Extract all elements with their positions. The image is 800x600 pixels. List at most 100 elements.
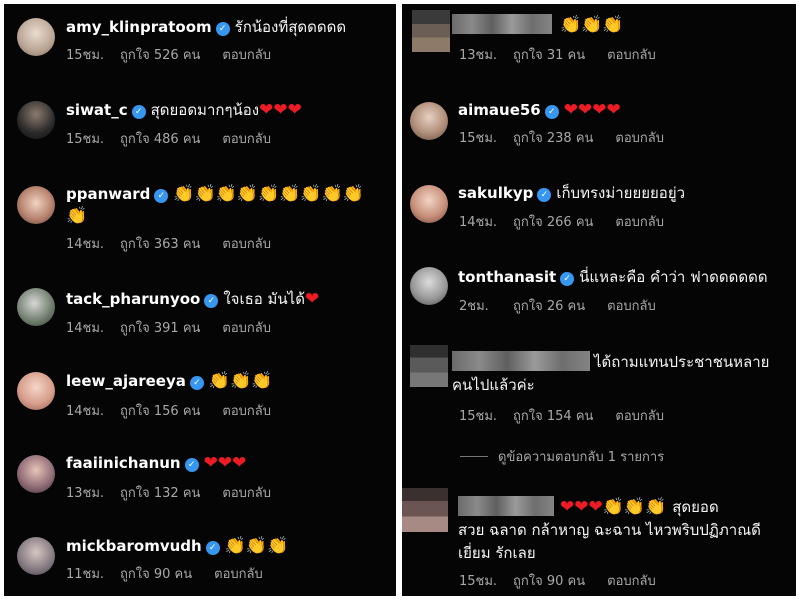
heart-emoji-icon: ❤❤❤ — [203, 453, 247, 473]
like-count[interactable]: ถูกใจ 154 คน — [513, 408, 593, 426]
clapping-hands-icon: 👏 — [66, 206, 88, 226]
heart-emoji-icon: ❤ — [304, 289, 320, 309]
comment-text-line-2: คนไปแล้วค่ะ — [452, 376, 535, 394]
comment-time: 14ชม. — [459, 215, 498, 230]
avatar[interactable] — [17, 455, 55, 493]
avatar[interactable] — [17, 101, 55, 139]
username-censored[interactable] — [452, 351, 590, 371]
verified-badge-icon: ✓ — [560, 272, 575, 286]
username[interactable]: leew_ajareeya — [66, 372, 186, 390]
like-count[interactable]: ถูกใจ 90 คน — [120, 566, 192, 584]
reply-button[interactable]: ตอบกลับ — [222, 131, 271, 149]
username[interactable]: mickbaromvudh — [66, 537, 202, 555]
comment-text-line-2: สวย ฉลาด กล้าหาญ ฉะฉาน ไหวพริบปฏิภาณดี — [458, 521, 761, 539]
reply-button[interactable]: ตอบกลับ — [222, 320, 271, 338]
like-count[interactable]: ถูกใจ 31 คน — [513, 47, 585, 65]
clapping-hands-icon: 👏👏👏 — [602, 497, 667, 517]
verified-badge-icon: ✓ — [215, 22, 230, 36]
username-censored[interactable] — [458, 496, 554, 516]
verified-badge-icon: ✓ — [184, 458, 199, 472]
comment-time: 13ชม. — [459, 48, 498, 63]
like-count[interactable]: ถูกใจ 391 คน — [120, 320, 200, 338]
like-count[interactable]: ถูกใจ 238 คน — [513, 130, 593, 148]
comment-time: 14ชม. — [66, 237, 105, 252]
view-replies-link[interactable]: ดูข้อความตอบกลับ 1 รายการ — [460, 449, 664, 467]
like-count[interactable]: ถูกใจ 266 คน — [513, 214, 593, 232]
like-count[interactable]: ถูกใจ 486 คน — [120, 131, 200, 149]
reply-button[interactable]: ตอบกลับ — [214, 566, 263, 584]
heart-emoji-icon: ❤❤❤ — [259, 100, 302, 120]
comment-time: 2ชม. — [459, 299, 489, 314]
comment-text: ใจเธอ มันได้ — [223, 290, 305, 308]
reply-button[interactable]: ตอบกลับ — [607, 298, 656, 316]
comment-time: 13ชม. — [66, 486, 105, 501]
verified-badge-icon: ✓ — [154, 189, 169, 203]
divider — [460, 456, 488, 457]
reply-button[interactable]: ตอบกลับ — [222, 236, 271, 254]
username[interactable]: sakulkyp — [458, 184, 533, 202]
comment-time: 15ชม. — [66, 48, 105, 63]
verified-badge-icon: ✓ — [205, 541, 220, 555]
username[interactable]: aimaue56 — [458, 101, 541, 119]
comment-time: 11ชม. — [66, 567, 105, 582]
clapping-hands-icon: 👏👏👏 — [224, 536, 289, 556]
avatar[interactable] — [410, 345, 448, 387]
avatar[interactable] — [17, 288, 55, 326]
comments-panel-left: amy_klinpratoom ✓ รักน้องที่สุดดดดด 15ชม. ถ… — [4, 4, 396, 596]
like-count[interactable]: ถูกใจ 363 คน — [120, 236, 200, 254]
comment-time: 14ชม. — [66, 321, 105, 336]
like-count[interactable]: ถูกใจ 526 คน — [120, 47, 200, 65]
verified-badge-icon: ✓ — [189, 376, 204, 390]
username-censored[interactable] — [452, 14, 552, 34]
comment-time: 15ชม. — [66, 132, 105, 147]
username[interactable]: tack_pharunyoo — [66, 290, 200, 308]
reply-button[interactable]: ตอบกลับ — [615, 130, 664, 148]
comment-time: 15ชม. — [459, 409, 498, 424]
avatar[interactable] — [17, 186, 55, 224]
avatar[interactable] — [17, 18, 55, 56]
verified-badge-icon: ✓ — [544, 105, 559, 119]
avatar[interactable] — [410, 185, 448, 223]
avatar[interactable] — [410, 267, 448, 305]
avatar[interactable] — [402, 488, 448, 532]
verified-badge-icon: ✓ — [204, 294, 219, 308]
username[interactable]: ppanward — [66, 185, 150, 203]
avatar[interactable] — [17, 372, 55, 410]
comments-panel-right: 👏👏👏 13ชม. ถูกใจ 31 คน ตอบกลับ aimaue56 ✓ ❤❤❤… — [402, 4, 796, 596]
comment-time: 14ชม. — [66, 404, 105, 419]
reply-button[interactable]: ตอบกลับ — [222, 403, 271, 421]
reply-button[interactable]: ตอบกลับ — [615, 408, 664, 426]
like-count[interactable]: ถูกใจ 90 คน — [513, 573, 585, 591]
avatar[interactable] — [17, 537, 55, 575]
verified-badge-icon: ✓ — [537, 188, 552, 202]
heart-emoji-icon: ❤❤❤ — [560, 497, 603, 517]
clapping-hands-icon: 👏👏👏👏👏👏👏👏👏 — [173, 184, 364, 204]
avatar[interactable] — [412, 10, 450, 52]
reply-button[interactable]: ตอบกลับ — [607, 573, 656, 591]
username[interactable]: tonthanasit — [458, 268, 556, 286]
like-count[interactable]: ถูกใจ 156 คน — [120, 403, 200, 421]
heart-emoji-icon: ❤❤❤❤ — [563, 100, 621, 120]
like-count[interactable]: ถูกใจ 132 คน — [120, 485, 200, 503]
reply-button[interactable]: ตอบกลับ — [222, 485, 271, 503]
comment-text-line-3: เยี่ยม รักเลย — [458, 544, 536, 562]
clapping-hands-icon: 👏👏👏 — [208, 371, 273, 391]
verified-badge-icon: ✓ — [131, 105, 146, 119]
username[interactable]: amy_klinpratoom — [66, 18, 212, 36]
comment-text: สุดยอด — [672, 498, 719, 516]
reply-button[interactable]: ตอบกลับ — [607, 47, 656, 65]
avatar[interactable] — [410, 102, 448, 140]
comment-text: รักน้องที่สุดดดดด — [234, 18, 347, 36]
comment-text: เก็บทรงม่ายยยยอยู่ว — [556, 184, 686, 202]
comment-text: นี่แหละคือ คำว่า ฟาดดดดดด — [579, 268, 768, 286]
username[interactable]: siwat_c — [66, 101, 128, 119]
reply-button[interactable]: ตอบกลับ — [615, 214, 664, 232]
like-count[interactable]: ถูกใจ 26 คน — [513, 298, 585, 316]
comment-time: 15ชม. — [459, 574, 498, 589]
comment-text: ได้ถามแทนประชาชนหลาย — [594, 353, 770, 371]
comment-text: สุดยอดมากๆน้อง — [150, 101, 260, 119]
username[interactable]: faaiinichanun — [66, 454, 181, 472]
reply-button[interactable]: ตอบกลับ — [222, 47, 271, 65]
clapping-hands-icon: 👏👏👏 — [560, 15, 624, 35]
comment-time: 15ชม. — [459, 131, 498, 146]
